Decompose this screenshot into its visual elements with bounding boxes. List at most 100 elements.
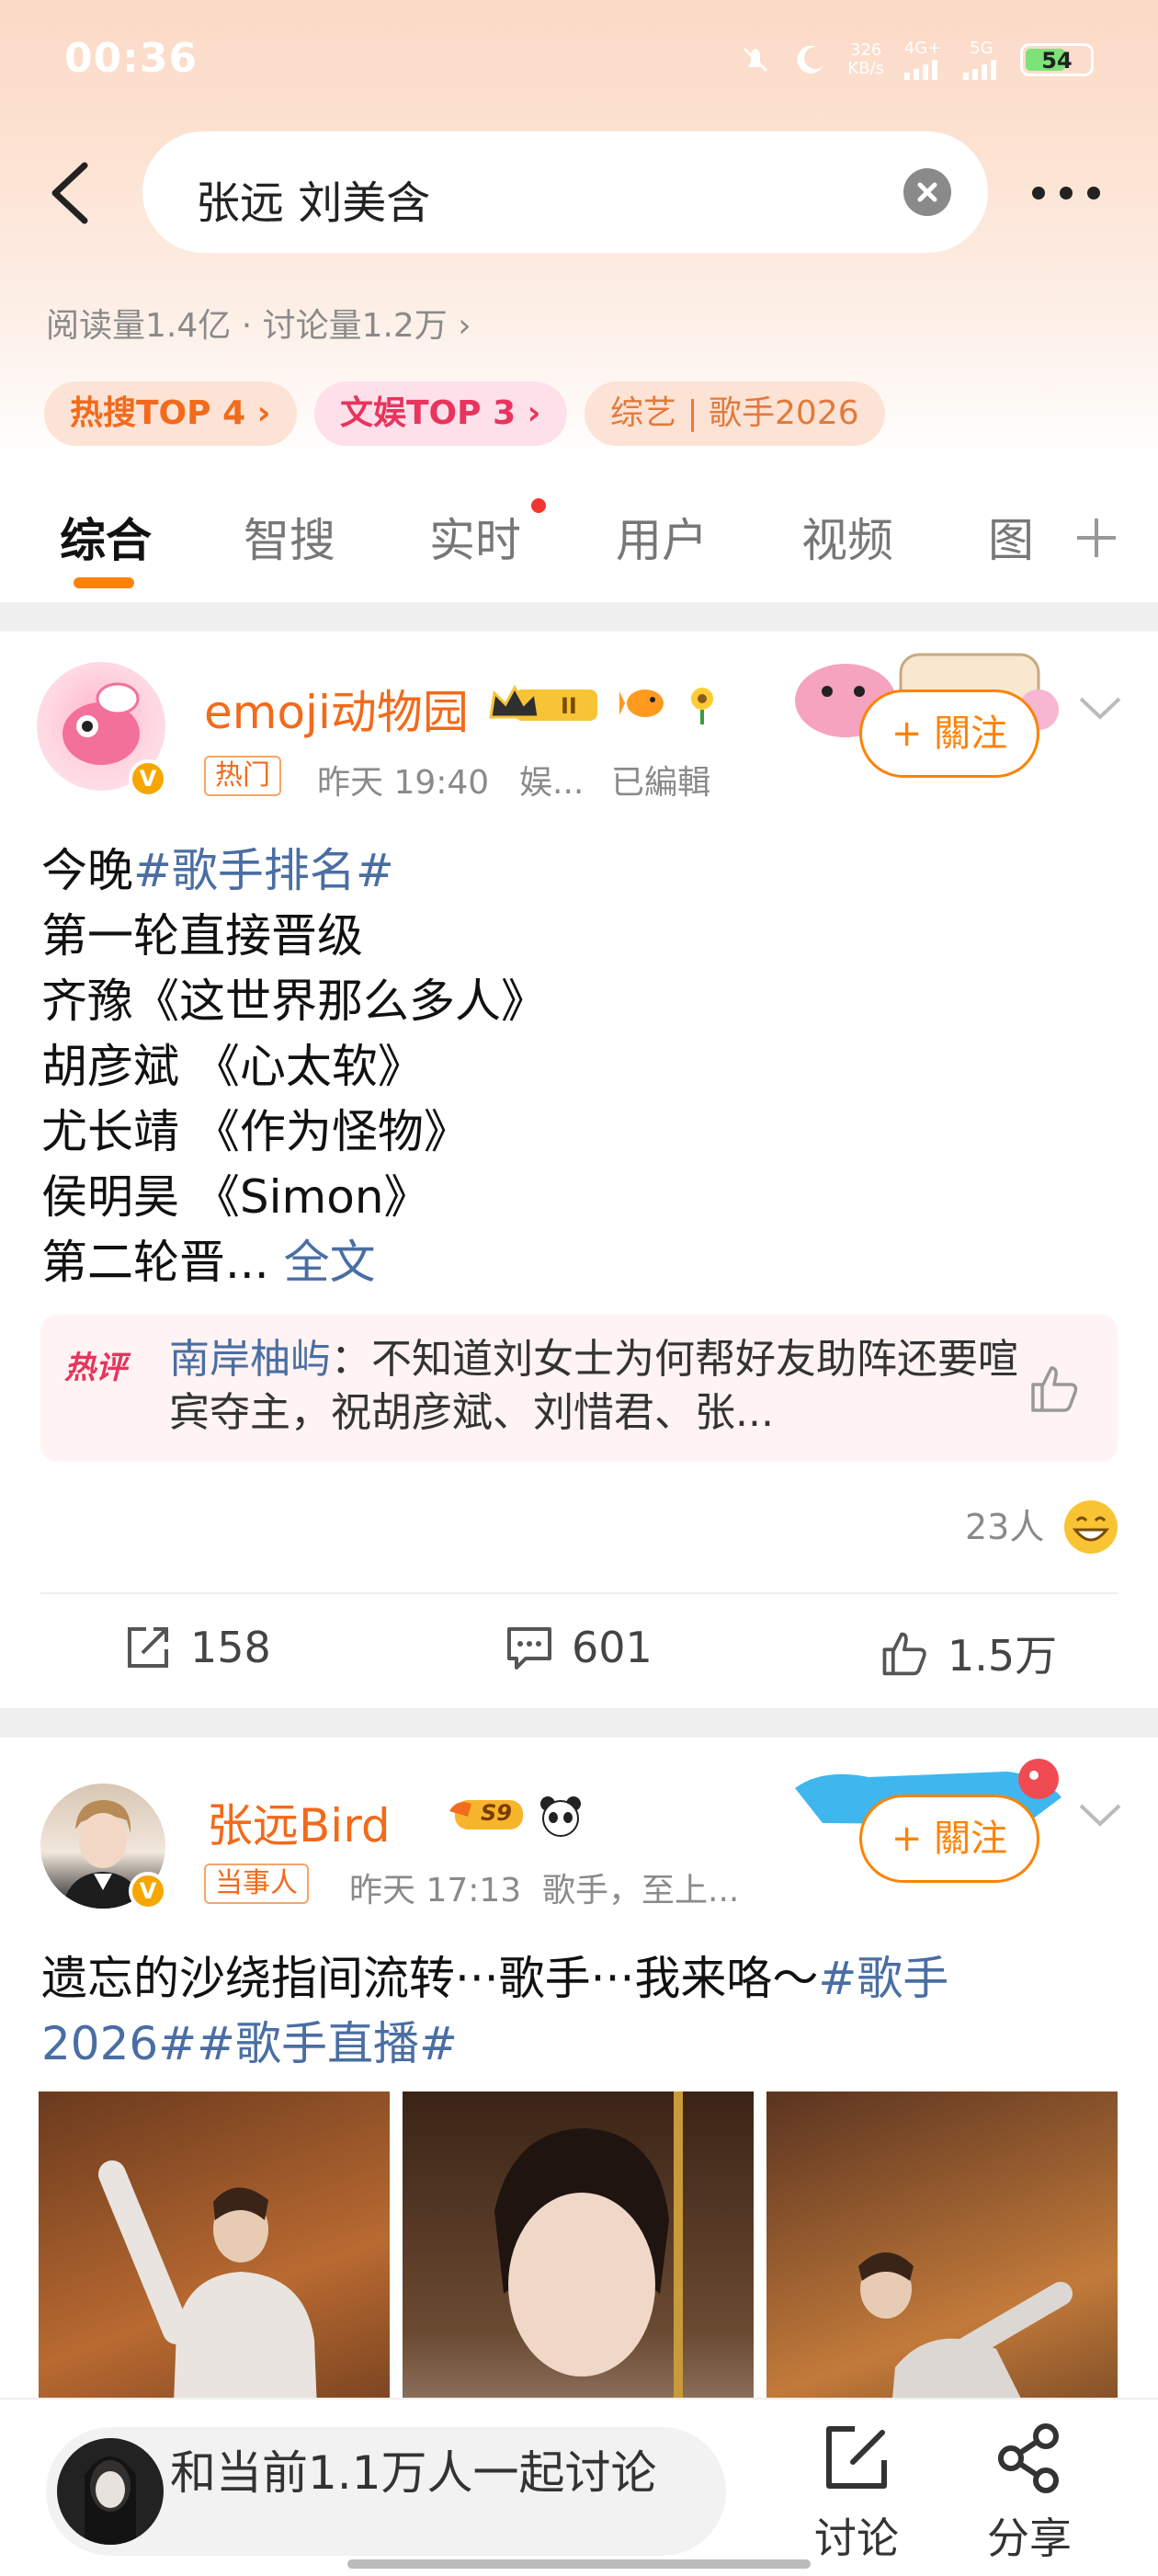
search-tabs: 综合 智搜 实时 用户 视频 图 — [0, 478, 1158, 598]
post1-edited: 已編輯 — [611, 764, 711, 802]
reaction-count[interactable]: 23人 — [965, 1499, 1044, 1549]
post1-line4: 胡彦斌 《心太软》 — [41, 1040, 424, 1093]
join-discussion-input[interactable]: 和当前1.1万人一起讨论 — [46, 2427, 726, 2556]
back-arrow-icon — [51, 162, 88, 224]
repost-icon — [128, 1627, 168, 1668]
like-count: 1.5万 — [948, 1631, 1058, 1681]
post1-time: 昨天 19:40 — [317, 764, 490, 802]
repost-button[interactable]: 158 — [124, 1623, 271, 1672]
chip-variety[interactable]: 综艺 | 歌手2026 — [585, 382, 885, 446]
tab-users[interactable]: 用户 — [616, 504, 708, 570]
divider — [40, 1592, 1118, 1594]
expand-full-text-link[interactable]: 全文 — [284, 1236, 376, 1289]
share-icon — [998, 2423, 1059, 2493]
post1-line6: 侯明昊 《Simon》 — [41, 1170, 430, 1224]
post1-username[interactable]: emoji动物园 — [204, 676, 469, 742]
active-tab-indicator — [74, 577, 134, 588]
post1-source: 娱... — [519, 764, 585, 802]
user-avatar-icon — [85, 2456, 136, 2545]
moon-icon — [797, 45, 824, 74]
hot-comment-badge: 热评 — [64, 1350, 127, 1386]
new-indicator-dot — [531, 498, 546, 513]
search-input[interactable]: 张远 刘美含 — [142, 131, 988, 253]
search-query: 张远 刘美含 — [196, 177, 431, 229]
post2-line1: 遗忘的沙绕指间流转···歌手···我来咯～#歌手 — [41, 1952, 949, 2005]
post2-follow-button[interactable]: + 關注 — [859, 1795, 1039, 1883]
verified-badge: V — [129, 759, 167, 798]
fish-emoji-icon — [619, 690, 664, 717]
chip-entertainment[interactable]: 文娱TOP 3 › — [314, 382, 567, 446]
section-divider — [0, 1708, 1158, 1738]
grin-emoji-icon — [1064, 1500, 1118, 1554]
chevron-down-icon[interactable] — [1077, 695, 1123, 723]
tab-realtime[interactable]: 实时 — [429, 504, 521, 570]
post1-hot-tag: 热门 — [204, 756, 281, 796]
share-button[interactable]: 分享 — [974, 2422, 1084, 2566]
post1-line3: 齐豫《这世界那么多人》 — [41, 975, 547, 1028]
topic-link[interactable]: 2026# — [41, 2017, 197, 2070]
chip-hot-search[interactable]: 热搜TOP 4 › — [44, 382, 297, 446]
hot-comment[interactable]: 热评 南岸柚屿：不知道刘女士为何帮好友助阵还要喧宾夺主，祝胡彦斌、刘惜君、张..… — [40, 1315, 1118, 1462]
hot-comment-text: 南岸柚屿：不知道刘女士为何帮好友助阵还要喧宾夺主，祝胡彦斌、刘惜君、张... — [169, 1336, 1018, 1436]
level-badge: S9 — [448, 1795, 525, 1835]
battery-icon: 54 — [1020, 42, 1094, 76]
post1-line1: 今晚#歌手排名# — [41, 844, 394, 897]
signal-5g: 5G — [961, 39, 1002, 80]
post2-source: 歌手，至上... — [542, 1872, 740, 1909]
discuss-button[interactable]: 讨论 — [801, 2422, 912, 2566]
svg-text:II: II — [561, 693, 577, 719]
vip-crown-badge-icon: II — [489, 684, 597, 721]
tab-general[interactable]: 综合 — [60, 504, 152, 570]
signal-4g: 4G+ — [903, 39, 943, 80]
status-time: 00:36 — [64, 35, 199, 82]
section-divider — [0, 602, 1158, 632]
comment-count: 601 — [572, 1623, 653, 1672]
bottom-bar: 和当前1.1万人一起讨论 讨论 分享 — [0, 2398, 1158, 2576]
status-bar: 00:36 326 KB/s 4G+ 5G 54 — [0, 0, 1158, 120]
tab-smart-search[interactable]: 智搜 — [244, 504, 335, 570]
more-options-button[interactable] — [1025, 179, 1107, 207]
like-button[interactable]: 1.5万 — [878, 1623, 1057, 1683]
signal-icon-2 — [963, 60, 996, 80]
topic-link[interactable]: #歌手直播# — [197, 2017, 458, 2070]
post2-involved-tag: 当事人 — [204, 1864, 309, 1904]
add-tab-button[interactable] — [1073, 515, 1119, 561]
thumbs-up-icon[interactable] — [1026, 1361, 1081, 1416]
comment-icon — [507, 1627, 551, 1670]
topic-stats[interactable]: 阅读量1.4亿 · 讨论量1.2万 › — [46, 299, 471, 347]
back-button[interactable] — [44, 156, 99, 230]
post1-follow-button[interactable]: + 關注 — [859, 690, 1039, 778]
compose-icon — [826, 2426, 887, 2489]
repost-count: 158 — [190, 1623, 271, 1672]
plus-icon — [1077, 519, 1116, 557]
flower-emoji-icon — [691, 688, 713, 724]
post2-time: 昨天 17:13 — [349, 1872, 522, 1909]
clear-search-button[interactable] — [903, 168, 951, 216]
verified-badge: V — [129, 1872, 167, 1910]
tab-videos[interactable]: 视频 — [801, 504, 893, 570]
post1-line5: 尤长靖 《作为怪物》 — [41, 1105, 470, 1158]
post2-username[interactable]: 张远Bird — [207, 1789, 391, 1855]
discuss-label: 讨论 — [814, 2513, 899, 2563]
comment-button[interactable]: 601 — [505, 1623, 653, 1672]
home-indicator[interactable] — [347, 2559, 811, 2569]
panda-emoji-icon — [540, 1796, 581, 1837]
share-label: 分享 — [987, 2513, 1072, 2563]
topic-link[interactable]: #歌手 — [818, 1952, 948, 2005]
post2-line2: 2026##歌手直播# — [41, 2007, 458, 2073]
mute-icon — [744, 47, 768, 72]
signal-icon — [904, 60, 937, 80]
status-icons: 326 KB/s 4G+ 5G 54 — [737, 39, 1094, 80]
close-icon — [917, 182, 937, 202]
tab-images[interactable]: 图 — [988, 504, 1034, 570]
topic-link[interactable]: #歌手排名# — [133, 844, 394, 897]
chevron-down-icon[interactable] — [1077, 1802, 1123, 1829]
thumbs-up-icon — [882, 1632, 926, 1676]
join-discussion-text: 和当前1.1万人一起讨论 — [170, 2446, 657, 2500]
post1-line2: 第一轮直接晋级 — [41, 909, 363, 963]
hot-comment-author[interactable]: 南岸柚屿 — [169, 1336, 331, 1383]
post1-line7: 第二轮晋... 全文 — [41, 1236, 376, 1289]
net-speed: 326 KB/s — [847, 40, 884, 78]
user-avatar — [57, 2438, 164, 2545]
more-dots-icon — [1032, 187, 1100, 199]
